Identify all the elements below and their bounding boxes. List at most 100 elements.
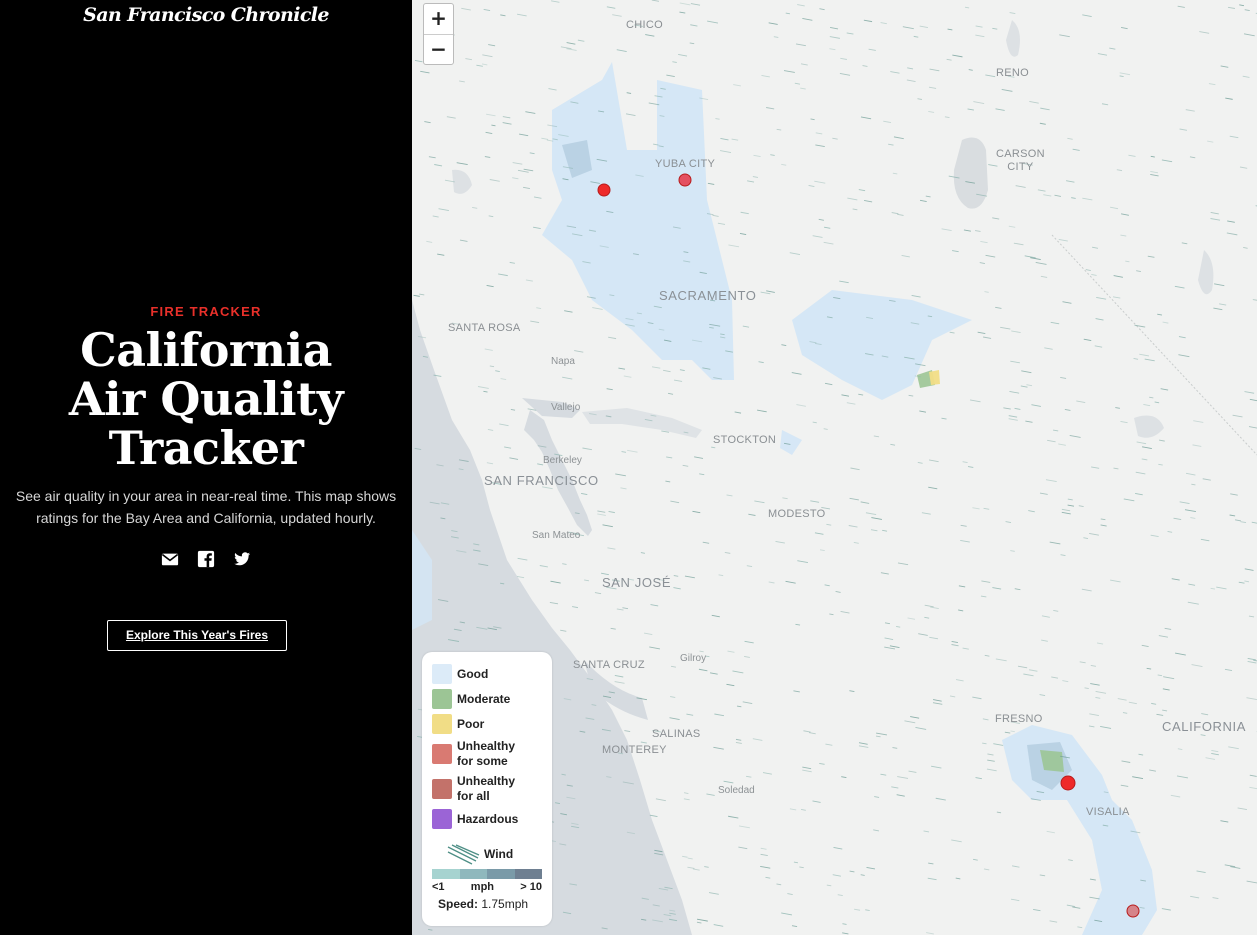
wind-particle bbox=[1192, 444, 1202, 447]
wind-particle bbox=[882, 529, 888, 532]
wind-particle bbox=[1112, 296, 1121, 299]
wind-label: Wind bbox=[484, 847, 514, 861]
wind-particle bbox=[863, 19, 873, 23]
masthead-logo[interactable]: San Francisco Chronicle bbox=[0, 4, 412, 26]
wind-particle bbox=[789, 808, 797, 811]
wind-particle bbox=[456, 162, 468, 166]
wind-particle bbox=[1041, 639, 1048, 642]
wind-particle bbox=[459, 80, 465, 83]
fire-marker-1[interactable] bbox=[597, 183, 611, 197]
wind-particle bbox=[1154, 401, 1160, 404]
wind-particle bbox=[1156, 713, 1164, 716]
wind-particle bbox=[1039, 122, 1046, 125]
wind-particle bbox=[1128, 154, 1136, 157]
wind-particle bbox=[793, 690, 800, 693]
wind-speed-scale bbox=[432, 869, 542, 879]
wind-particle bbox=[523, 186, 531, 189]
wind-particle bbox=[734, 411, 742, 414]
wind-particle bbox=[1003, 407, 1011, 410]
wind-particle bbox=[995, 108, 1005, 111]
wind-particle bbox=[1000, 326, 1011, 330]
wind-particle bbox=[849, 690, 855, 693]
wind-particle bbox=[760, 865, 771, 869]
wind-particle bbox=[1021, 370, 1032, 374]
fire-marker-4[interactable] bbox=[1126, 904, 1140, 918]
label-san-jose: SAN JOSÉ bbox=[602, 575, 672, 590]
wind-particle bbox=[842, 923, 847, 925]
wind-particle bbox=[1177, 748, 1183, 750]
wind-particle bbox=[516, 576, 525, 579]
wind-particle bbox=[612, 14, 622, 17]
wind-particle bbox=[713, 746, 724, 750]
wind-particle bbox=[992, 217, 1000, 220]
wind-particle bbox=[963, 229, 971, 232]
zoom-in-button[interactable]: + bbox=[424, 4, 453, 34]
wind-particle bbox=[517, 13, 527, 17]
wind-particle bbox=[1001, 89, 1013, 92]
wind-particle bbox=[733, 84, 741, 87]
wind-min: <1 bbox=[432, 881, 445, 893]
wind-particle bbox=[853, 908, 861, 911]
wind-particle bbox=[783, 70, 795, 73]
twitter-icon[interactable] bbox=[233, 550, 251, 568]
wind-particle bbox=[1058, 238, 1068, 242]
wind-particle bbox=[921, 512, 931, 515]
wind-particle bbox=[884, 637, 894, 640]
wind-particle bbox=[1150, 174, 1159, 177]
wind-particle bbox=[488, 215, 494, 218]
wind-particle bbox=[839, 73, 851, 76]
wind-particle bbox=[1097, 53, 1108, 56]
wind-particle bbox=[955, 679, 964, 682]
legend-wind: Wind bbox=[432, 843, 542, 865]
wind-particle bbox=[699, 650, 704, 653]
wind-particle bbox=[1190, 517, 1196, 519]
wind-particle bbox=[1144, 358, 1155, 362]
wind-particle bbox=[486, 284, 494, 288]
email-icon[interactable] bbox=[161, 550, 179, 568]
wind-particle bbox=[1023, 673, 1034, 677]
wind-particle bbox=[726, 683, 735, 687]
wind-particle bbox=[472, 206, 478, 209]
wind-particle bbox=[581, 492, 588, 495]
air-quality-map[interactable]: CHICO RENO YUBA CITY CARSON CITY SACRAME… bbox=[412, 0, 1257, 935]
explore-fires-button[interactable]: Explore This Year's Fires bbox=[107, 620, 287, 651]
wind-particle bbox=[414, 60, 423, 63]
fire-marker-3[interactable] bbox=[1060, 775, 1076, 791]
wind-particle bbox=[616, 608, 624, 611]
facebook-icon[interactable] bbox=[197, 550, 215, 568]
title-line-2: Air Quality bbox=[68, 372, 344, 426]
wind-particle bbox=[987, 759, 995, 762]
label-reno: RENO bbox=[996, 67, 1029, 79]
wind-particle bbox=[919, 410, 927, 413]
wind-particle bbox=[874, 796, 880, 798]
wind-particle bbox=[919, 25, 928, 29]
wind-particle bbox=[876, 732, 888, 736]
wind-particle bbox=[625, 113, 636, 116]
wind-particle bbox=[517, 557, 528, 561]
wind-particle bbox=[728, 815, 739, 819]
wind-particle bbox=[1240, 521, 1247, 524]
page-title: California Air Quality Tracker bbox=[0, 326, 412, 473]
wind-particle bbox=[776, 883, 782, 886]
wind-particle bbox=[812, 235, 823, 238]
wind-particle bbox=[803, 730, 811, 733]
label-visalia: VISALIA bbox=[1086, 806, 1130, 818]
clear-lake bbox=[452, 169, 472, 194]
wind-particle bbox=[868, 48, 876, 51]
legend-label-hazardous: Hazardous bbox=[457, 811, 519, 826]
wind-particle bbox=[1095, 697, 1101, 699]
wind-particle bbox=[1041, 615, 1050, 618]
wind-particle bbox=[1085, 269, 1091, 271]
wind-particle bbox=[1120, 784, 1129, 787]
wind-particle bbox=[1024, 255, 1036, 259]
wind-particle bbox=[594, 592, 602, 595]
legend-swatch-hazardous bbox=[432, 809, 452, 829]
wind-particle bbox=[1190, 895, 1200, 899]
fire-marker-2[interactable] bbox=[678, 173, 692, 187]
wind-particle bbox=[728, 244, 740, 248]
zoom-out-button[interactable]: − bbox=[424, 34, 453, 64]
wind-particle bbox=[665, 480, 671, 483]
wind-particle bbox=[1015, 185, 1026, 188]
wind-particle bbox=[1008, 418, 1018, 421]
label-monterey: MONTEREY bbox=[602, 744, 667, 756]
